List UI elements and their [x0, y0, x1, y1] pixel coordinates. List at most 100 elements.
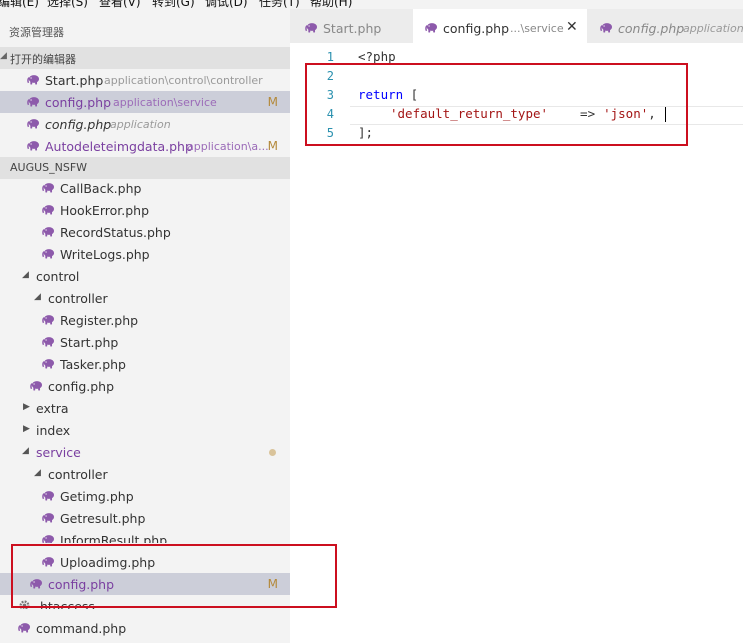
project-header[interactable]: AUGUS_NSFW [0, 157, 290, 179]
tab-config-application[interactable]: config.php application [587, 9, 743, 43]
elephant-icon [42, 555, 55, 568]
elephant-icon [42, 247, 55, 260]
tree-file-selected[interactable]: config.php M [0, 573, 290, 595]
menu-edit[interactable]: 编辑(E) [0, 0, 39, 9]
tab-label: config.php [618, 21, 685, 36]
tree-file-name: InformResult.php [60, 533, 168, 543]
close-icon[interactable]: ✕ [566, 19, 578, 35]
menu-view[interactable]: 查看(V) [99, 0, 141, 9]
menu-debug[interactable]: 调试(D) [205, 0, 248, 9]
tree-folder-name: extra [36, 401, 69, 416]
tree-file[interactable]: config.php [0, 375, 290, 397]
expanded-chevron-icon: ◢ [34, 468, 41, 478]
tree-folder[interactable]: ◢ service [0, 441, 290, 463]
tree-file[interactable]: HookError.php [0, 199, 290, 221]
tree-folder-name: index [36, 423, 71, 438]
line-number: 5 [326, 126, 334, 140]
tree-file[interactable]: command.php [0, 617, 290, 639]
tree-file-name: .htaccess [36, 599, 95, 609]
modified-badge: M [267, 577, 278, 591]
tree-file-name: Register.php [60, 313, 139, 328]
tree-folder[interactable]: ▶ index [0, 419, 290, 441]
explorer-sidebar: 资源管理器 ◢ 打开的编辑器 Start.php application\con… [0, 9, 290, 643]
menu-tasks[interactable]: 任务(T) [259, 0, 300, 9]
menu-goto[interactable]: 转到(G) [152, 0, 195, 9]
tree-file[interactable]: .htaccess [0, 595, 290, 609]
tree-file[interactable]: Getimg.php [0, 485, 290, 507]
open-editor-item[interactable]: config.php application [0, 113, 290, 135]
tree-file[interactable]: RecordStatus.php [0, 221, 290, 243]
code-keyword: return [358, 87, 404, 102]
tree-file[interactable]: Tasker.php [0, 353, 290, 375]
code-text: , [648, 106, 656, 121]
tree-file-name: config.php [48, 379, 115, 394]
tree-file-name: CallBack.php [60, 181, 142, 196]
tree-file-name: command.php [36, 621, 127, 636]
elephant-icon [305, 21, 318, 34]
tab-path: application [683, 22, 743, 35]
tab-config-service[interactable]: config.php ...\service ✕ [413, 9, 587, 43]
tab-label: Start.php [323, 21, 382, 36]
elephant-icon [27, 95, 40, 108]
elephant-icon [42, 313, 55, 326]
open-editor-path: application\a... [187, 140, 269, 153]
code-string: 'json' [603, 106, 649, 121]
open-editor-item[interactable]: Autodeleteimgdata.php application\a... M [0, 135, 290, 157]
tree-folder-name: controller [48, 291, 108, 306]
open-editor-path: application [110, 118, 171, 131]
tree-file-name: config.php [48, 577, 115, 592]
code-string: 'default_return_type' [390, 106, 549, 121]
tree-folder[interactable]: ◢ controller [0, 463, 290, 485]
tab-start-php[interactable]: Start.php [290, 9, 413, 43]
tree-file[interactable]: Register.php [0, 309, 290, 331]
elephant-icon [30, 577, 43, 590]
modified-badge: M [267, 139, 278, 153]
tree-file-name: RecordStatus.php [60, 225, 171, 240]
open-editors-label: 打开的编辑器 [10, 53, 76, 66]
tree-file-name: WriteLogs.php [60, 247, 150, 262]
tree-file-name: HookError.php [60, 203, 150, 218]
tree-folder[interactable]: ▶ extra [0, 397, 290, 419]
collapsed-chevron-icon: ▶ [23, 424, 30, 434]
tree-file[interactable]: CallBack.php [0, 177, 290, 199]
tree-file[interactable]: WriteLogs.php [0, 243, 290, 265]
elephant-icon [425, 21, 438, 34]
elephant-icon [18, 621, 31, 634]
menu-select[interactable]: 选择(S) [47, 0, 88, 9]
tree-folder[interactable]: ◢ control [0, 265, 290, 287]
code-text: ]; [358, 125, 374, 140]
code-operator: => [580, 106, 596, 121]
elephant-icon [42, 357, 55, 370]
code-text: [ [403, 87, 419, 102]
tree-folder-name: control [36, 269, 80, 284]
elephant-icon [42, 225, 55, 238]
tree-file[interactable]: Uploadimg.php [0, 551, 290, 573]
tab-label: config.php [443, 21, 510, 36]
tree-file[interactable]: Start.php [0, 331, 290, 353]
tree-file[interactable]: InformResult.php [0, 529, 290, 543]
tree-file[interactable]: Getresult.php [0, 507, 290, 529]
code-editor[interactable]: 1 2 3 4 5 <?php return [ 'default_return… [290, 43, 743, 643]
elephant-icon [42, 533, 55, 543]
code-line: 'default_return_type' => 'json', [390, 106, 656, 121]
line-number: 1 [326, 50, 334, 64]
open-editor-name: Autodeleteimgdata.php [45, 139, 193, 154]
elephant-icon [42, 181, 55, 194]
open-editor-item[interactable]: config.php application\service M [0, 91, 290, 113]
expanded-chevron-icon: ◢ [22, 446, 29, 456]
open-editor-name: config.php [45, 117, 112, 132]
open-editors-header[interactable]: ◢ 打开的编辑器 [0, 47, 290, 69]
open-editor-name: Start.php [45, 73, 104, 88]
tree-folder[interactable]: ◢ controller [0, 287, 290, 309]
expanded-chevron-icon: ◢ [22, 270, 29, 280]
collapsed-chevron-icon: ▶ [23, 402, 30, 412]
code-line: <?php [358, 49, 396, 64]
menu-help[interactable]: 帮助(H) [310, 0, 352, 9]
tree-folder-name: controller [48, 467, 108, 482]
code-line: return [ [358, 87, 418, 102]
project-label: AUGUS_NSFW [10, 161, 88, 174]
editor-tab-bar: Start.php config.php ...\service ✕ confi… [290, 9, 743, 43]
open-editor-item[interactable]: Start.php application\control\controller [0, 69, 290, 91]
gear-icon [18, 599, 31, 609]
tree-file-name: Getimg.php [60, 489, 134, 504]
